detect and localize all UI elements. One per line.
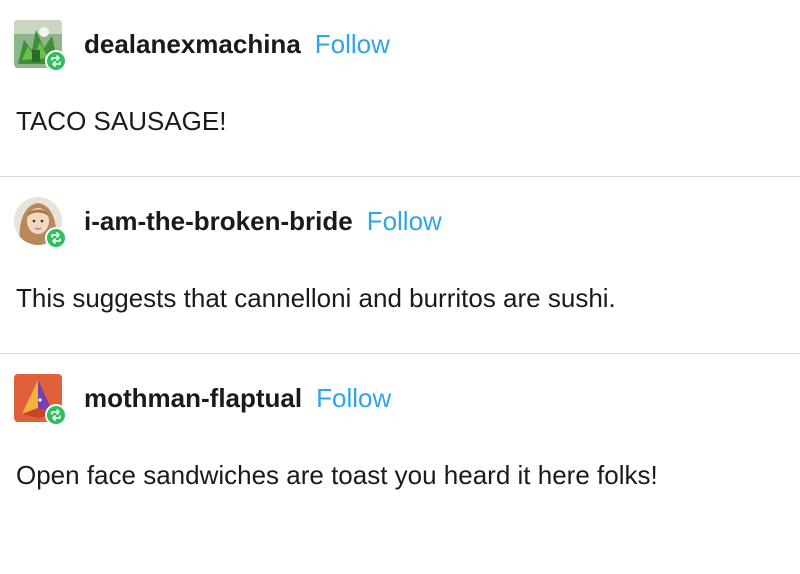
reblog-icon bbox=[45, 404, 67, 426]
username-link[interactable]: dealanexmachina bbox=[84, 29, 301, 60]
follow-button[interactable]: Follow bbox=[367, 206, 442, 237]
follow-button[interactable]: Follow bbox=[316, 383, 391, 414]
follow-button[interactable]: Follow bbox=[315, 29, 390, 60]
avatar[interactable] bbox=[14, 195, 67, 249]
post: dealanexmachina Follow TACO SAUSAGE! bbox=[0, 0, 800, 177]
avatar[interactable] bbox=[14, 18, 67, 72]
post-header: i-am-the-broken-bride Follow bbox=[14, 195, 442, 249]
reblog-icon bbox=[45, 50, 67, 72]
post: mothman-flaptual Follow Open face sandwi… bbox=[0, 354, 800, 572]
username-link[interactable]: i-am-the-broken-bride bbox=[84, 206, 353, 237]
post: i-am-the-broken-bride Follow This sugges… bbox=[0, 177, 800, 354]
username-link[interactable]: mothman-flaptual bbox=[84, 383, 302, 414]
reblog-icon bbox=[45, 227, 67, 249]
post-body-text: TACO SAUSAGE! bbox=[16, 106, 227, 136]
post-header: dealanexmachina Follow bbox=[14, 18, 390, 72]
post-body-text: Open face sandwiches are toast you heard… bbox=[16, 460, 658, 490]
post-body-text: This suggests that cannelloni and burrit… bbox=[16, 283, 616, 313]
avatar[interactable] bbox=[14, 372, 67, 426]
post-header: mothman-flaptual Follow bbox=[14, 372, 391, 426]
